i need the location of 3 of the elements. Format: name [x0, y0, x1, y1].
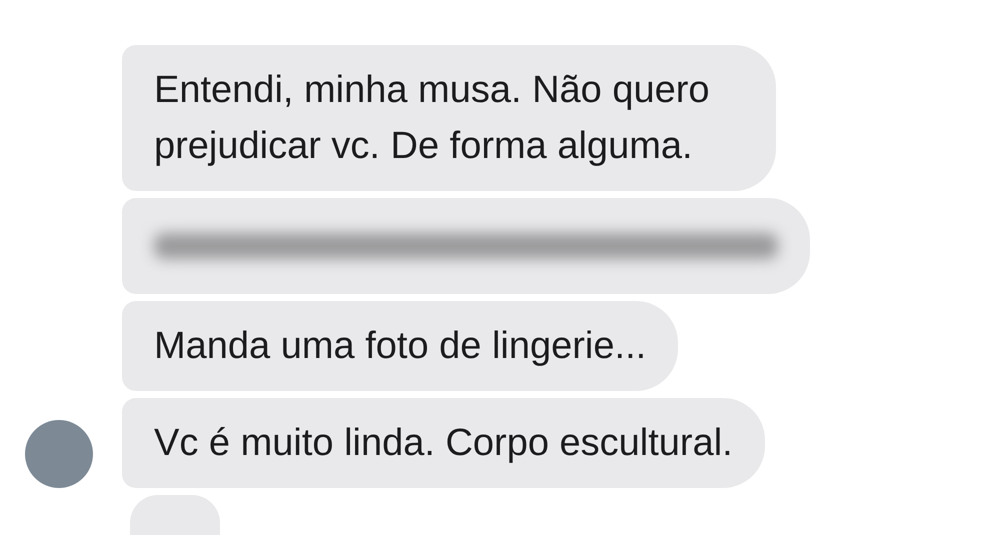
message-bubble: Vc é muito linda. Corpo escultural. [122, 398, 765, 488]
message-bubble: Manda uma foto de lingerie... [122, 301, 678, 391]
message-bubble: Entendi, minha musa. Não quero prejudicar vc. De forma alguma. [122, 45, 776, 191]
